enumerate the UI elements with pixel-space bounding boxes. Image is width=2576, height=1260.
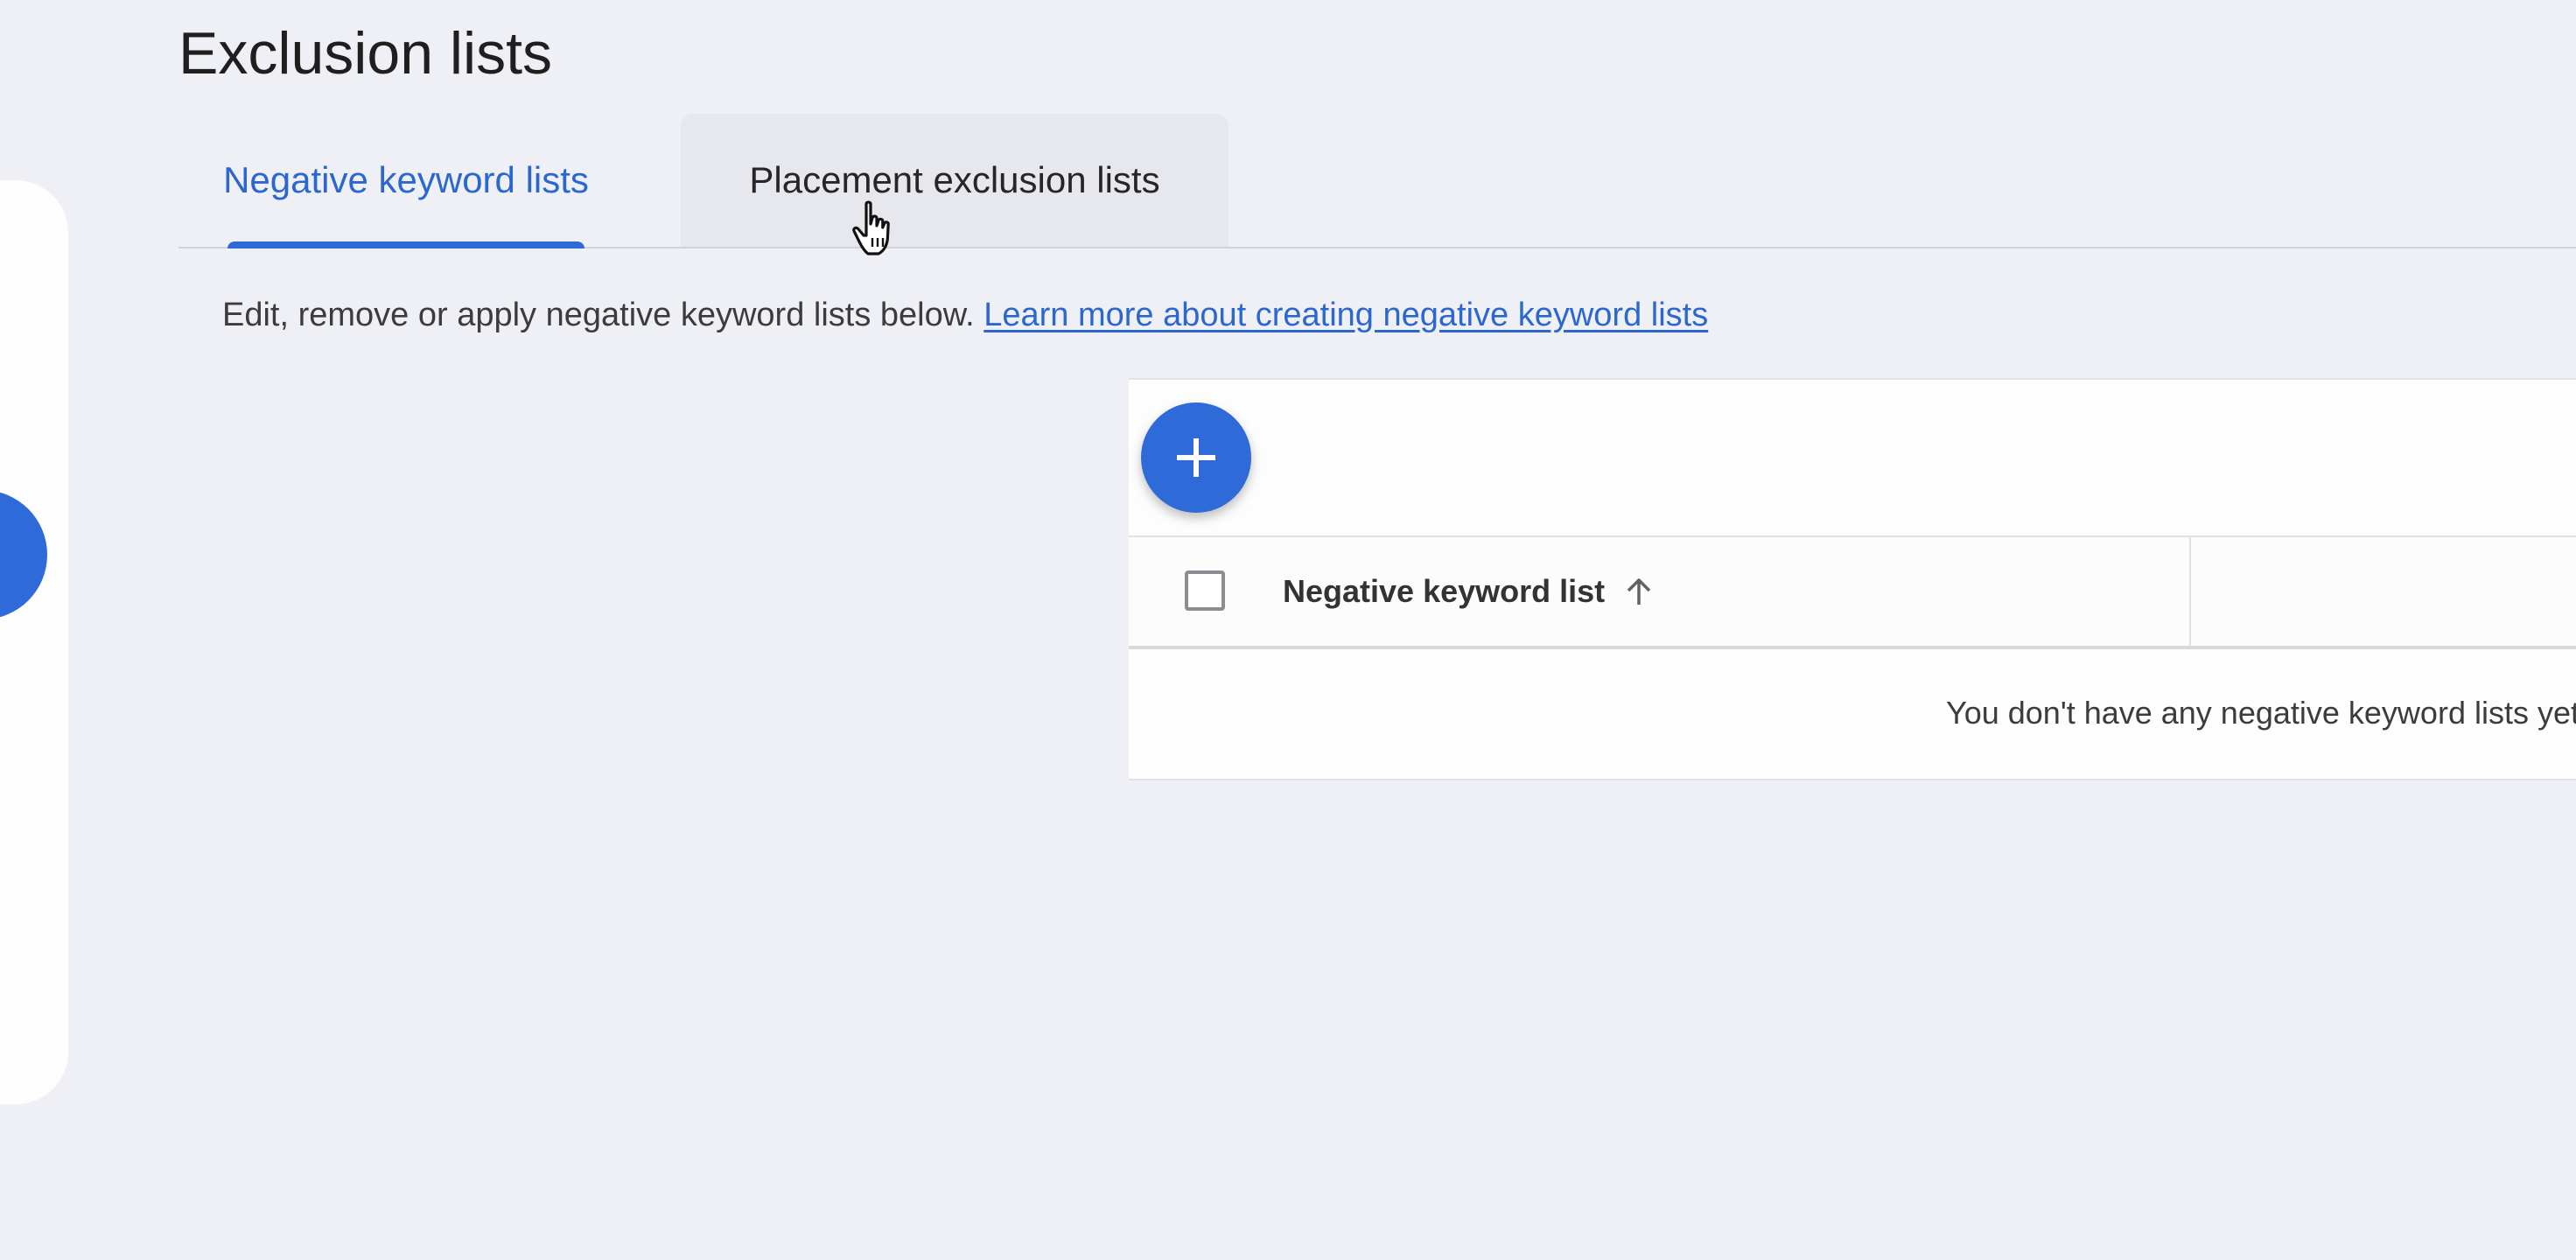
plus-icon: [1177, 438, 1215, 477]
table-header: Negative keyword list: [1129, 536, 2576, 649]
learn-more-link[interactable]: Learn more about creating negative keywo…: [984, 297, 1708, 333]
negative-keyword-lists-table: Negative keyword list You don't have any…: [1129, 378, 2576, 780]
tab-placement-exclusion-lists[interactable]: Placement exclusion lists: [681, 114, 1228, 247]
intro-text: Edit, remove or apply negative keyword l…: [222, 289, 1708, 341]
add-list-button[interactable]: [1141, 402, 1251, 513]
tab-bar: Negative keyword lists Placement exclusi…: [178, 114, 2576, 248]
arrow-up-icon: [1627, 578, 1651, 605]
column-divider: [2189, 537, 2191, 646]
column-header-label: Negative keyword list: [1283, 573, 1606, 609]
intro-description: Edit, remove or apply negative keyword l…: [222, 297, 984, 333]
tab-label: Negative keyword lists: [223, 159, 589, 200]
active-tab-indicator: [228, 242, 584, 248]
page-title: Exclusion lists: [178, 20, 553, 87]
empty-state-message: You don't have any negative keyword list…: [1946, 695, 2576, 731]
tab-label: Placement exclusion lists: [749, 159, 1160, 200]
side-panel: [0, 180, 68, 1104]
tab-negative-keyword-lists[interactable]: Negative keyword lists: [222, 114, 590, 248]
column-header-negative-keyword-list[interactable]: Negative keyword list: [1283, 537, 1654, 646]
select-all-checkbox[interactable]: [1185, 570, 1225, 611]
